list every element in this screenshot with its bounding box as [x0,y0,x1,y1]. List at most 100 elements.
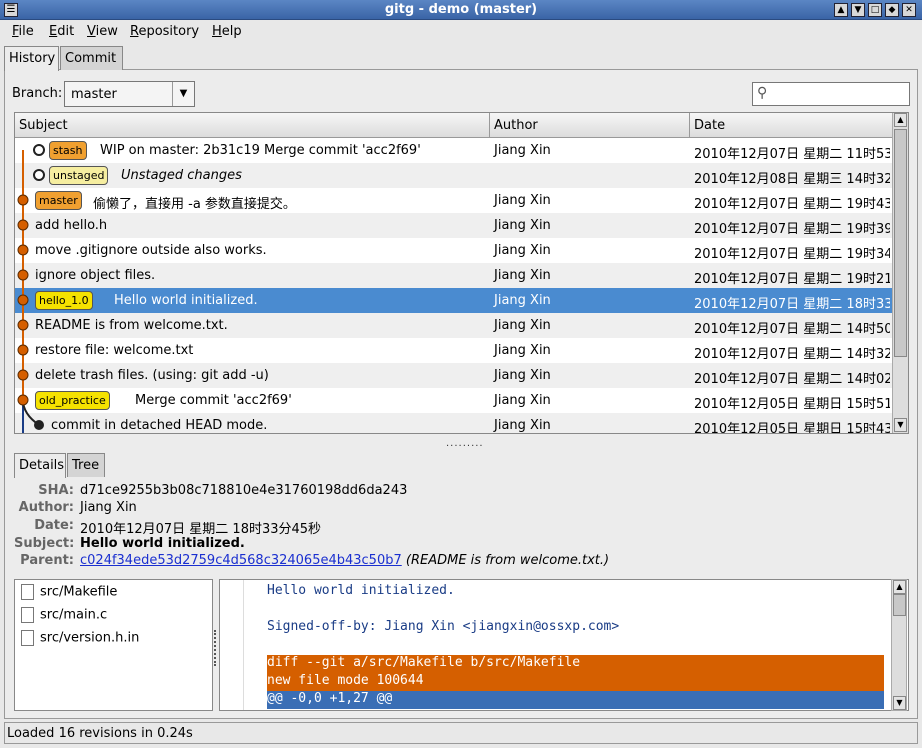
scroll-down-icon[interactable]: ▼ [893,696,906,710]
diff-header-line: new file mode 100644 [267,673,884,691]
diff-scrollbar[interactable]: ▲ ▼ [891,579,907,711]
scroll-thumb[interactable] [893,594,906,616]
menu-view[interactable]: View [87,24,118,39]
date-label: Date: [34,518,74,533]
sha-value[interactable]: d71ce9255b3b08c718810e4e31760198dd6da243 [80,483,407,498]
commit-subject: WIP on master: 2b31c19 Merge commit 'acc… [100,143,421,158]
parent-link[interactable]: c024f34ede53d2759c4d568c324065e4b43c50b7 [80,553,402,568]
diff-header-line: diff --git a/src/Makefile b/src/Makefile [267,655,884,673]
branch-label: Branch: [12,86,63,101]
scroll-down-icon[interactable]: ▼ [894,418,907,432]
list-scrollbar[interactable]: ▲ ▼ [892,113,908,433]
commit-node [17,269,29,281]
title-bar: ☰ gitg - demo (master) ▲ ▼ □ ◆ ✕ [0,0,922,20]
sha-label: SHA: [38,483,74,498]
parent-row: c024f34ede53d2759c4d568c324065e4b43c50b7… [80,553,609,568]
commit-node [33,169,45,181]
menu-edit[interactable]: Edit [49,24,74,39]
menu-repository[interactable]: Repository [130,24,199,39]
table-row[interactable]: ignore object files. Jiang Xin 2010年12月07日… [15,263,894,288]
file-icon [21,607,34,623]
commit-date: 2010年12月07日 星期二 19时39 [694,222,890,237]
commit-author: Jiang Xin [494,293,551,308]
subject-label: Subject: [14,536,75,551]
tab-commit[interactable]: Commit [60,46,123,70]
column-subject[interactable]: Subject [15,113,490,138]
commit-date: 2010年12月07日 星期二 14时02 [694,372,890,387]
diff-line: Hello world initialized. [267,583,455,598]
menu-help[interactable]: Help [212,24,242,39]
table-row[interactable]: add hello.h Jiang Xin 2010年12月07日 星期二 19时3… [15,213,894,238]
commit-node [17,319,29,331]
maximize-icon[interactable]: □ [868,3,882,17]
branch-value: master [71,87,117,102]
commit-date: 2010年12月07日 星期二 19时43 [694,197,890,212]
column-date[interactable]: Date [690,113,893,138]
table-row[interactable]: master 偷懒了，直接用 -a 参数直接提交。 Jiang Xin 2010年12… [15,188,894,213]
parent-note: (README is from welcome.txt.) [405,553,610,568]
commit-node [17,369,29,381]
commit-author: Jiang Xin [494,243,551,258]
shade-icon[interactable]: ▲ [834,3,848,17]
scroll-up-icon[interactable]: ▲ [894,113,907,127]
commit-node [17,194,29,206]
chevron-down-icon: ▼ [172,82,194,106]
commit-node [33,144,45,156]
diff-hunk-line: @@ -0,0 +1,27 @@ [267,691,884,709]
menu-bar: File Edit View Repository Help [0,20,922,44]
scroll-thumb[interactable] [894,129,907,357]
commit-author: Jiang Xin [494,343,551,358]
pane-resize-handle[interactable]: ......... [446,438,484,449]
tab-details[interactable]: Details [14,453,66,478]
commit-author: Jiang Xin [494,193,551,208]
search-icon: ⚲ [757,85,768,101]
commit-date: 2010年12月07日 星期二 11时53 [694,147,890,162]
commit-author: Jiang Xin [494,268,551,283]
tab-history[interactable]: History [4,46,59,71]
commit-node [34,420,44,430]
file-list: src/Makefile src/main.c src/version.h.in [14,579,213,711]
commit-date: 2010年12月07日 星期二 14时50 [694,322,890,337]
commit-date: 2010年12月08日 星期三 14时32 [694,172,890,187]
commit-date: 2010年12月05日 星期日 15时43 [694,422,890,434]
close-icon[interactable]: ✕ [902,3,916,17]
commit-node [17,344,29,356]
commit-node [17,394,29,406]
table-row[interactable]: README is from welcome.txt. Jiang Xin 2010… [15,313,894,338]
commit-date: 2010年12月07日 星期二 19时34 [694,247,890,262]
split-resize-handle[interactable] [214,630,218,666]
table-row[interactable]: delete trash files. (using: git add -u) J… [15,363,894,388]
list-item[interactable]: src/version.h.in [21,630,139,650]
table-row[interactable]: hello_1.0 Hello world initialized. Jiang X… [15,288,894,313]
table-row[interactable]: unstaged Unstaged changes 2010年12月08日 星期三 … [15,163,894,188]
status-text: Loaded 16 revisions in 0.24s [7,726,193,741]
table-row[interactable]: stash WIP on master: 2b31c19 Merge commit… [15,138,894,163]
commit-node [17,244,29,256]
tab-tree[interactable]: Tree [67,453,105,477]
branch-select[interactable]: master ▼ [64,81,195,107]
commit-author: Jiang Xin [494,393,551,408]
diff-gutter [220,580,244,710]
table-row[interactable]: move .gitignore outside also works. Jiang… [15,238,894,263]
table-row[interactable]: old_practice Merge commit 'acc2f69' Jiang … [15,388,894,413]
commit-author: Jiang Xin [494,143,551,158]
table-row[interactable]: commit in detached HEAD mode. Jiang Xin 20… [15,413,894,434]
minimize-icon[interactable]: ▼ [851,3,865,17]
menu-file[interactable]: File [12,24,34,39]
commit-list[interactable]: Subject Author Date stash WIP on master: … [14,112,909,434]
sticky-icon[interactable]: ◆ [885,3,899,17]
scroll-up-icon[interactable]: ▲ [893,580,906,594]
commit-date: 2010年12月07日 星期二 18时33 [694,297,890,312]
commit-node [17,294,29,306]
commit-author: Jiang Xin [494,218,551,233]
column-author[interactable]: Author [490,113,690,138]
status-bar: Loaded 16 revisions in 0.24s [4,722,918,744]
list-item[interactable]: src/main.c [21,607,107,627]
window-title: gitg - demo (master) [384,2,538,17]
table-row[interactable]: restore file: welcome.txt Jiang Xin 2010年1… [15,338,894,363]
commit-subject: commit in detached HEAD mode. [51,418,268,433]
search-input[interactable]: ⚲ [752,82,910,106]
list-item[interactable]: src/Makefile [21,584,117,604]
diff-view[interactable]: Hello world initialized. Signed-off-by: … [219,579,909,711]
subject-value: Hello world initialized. [80,536,245,551]
